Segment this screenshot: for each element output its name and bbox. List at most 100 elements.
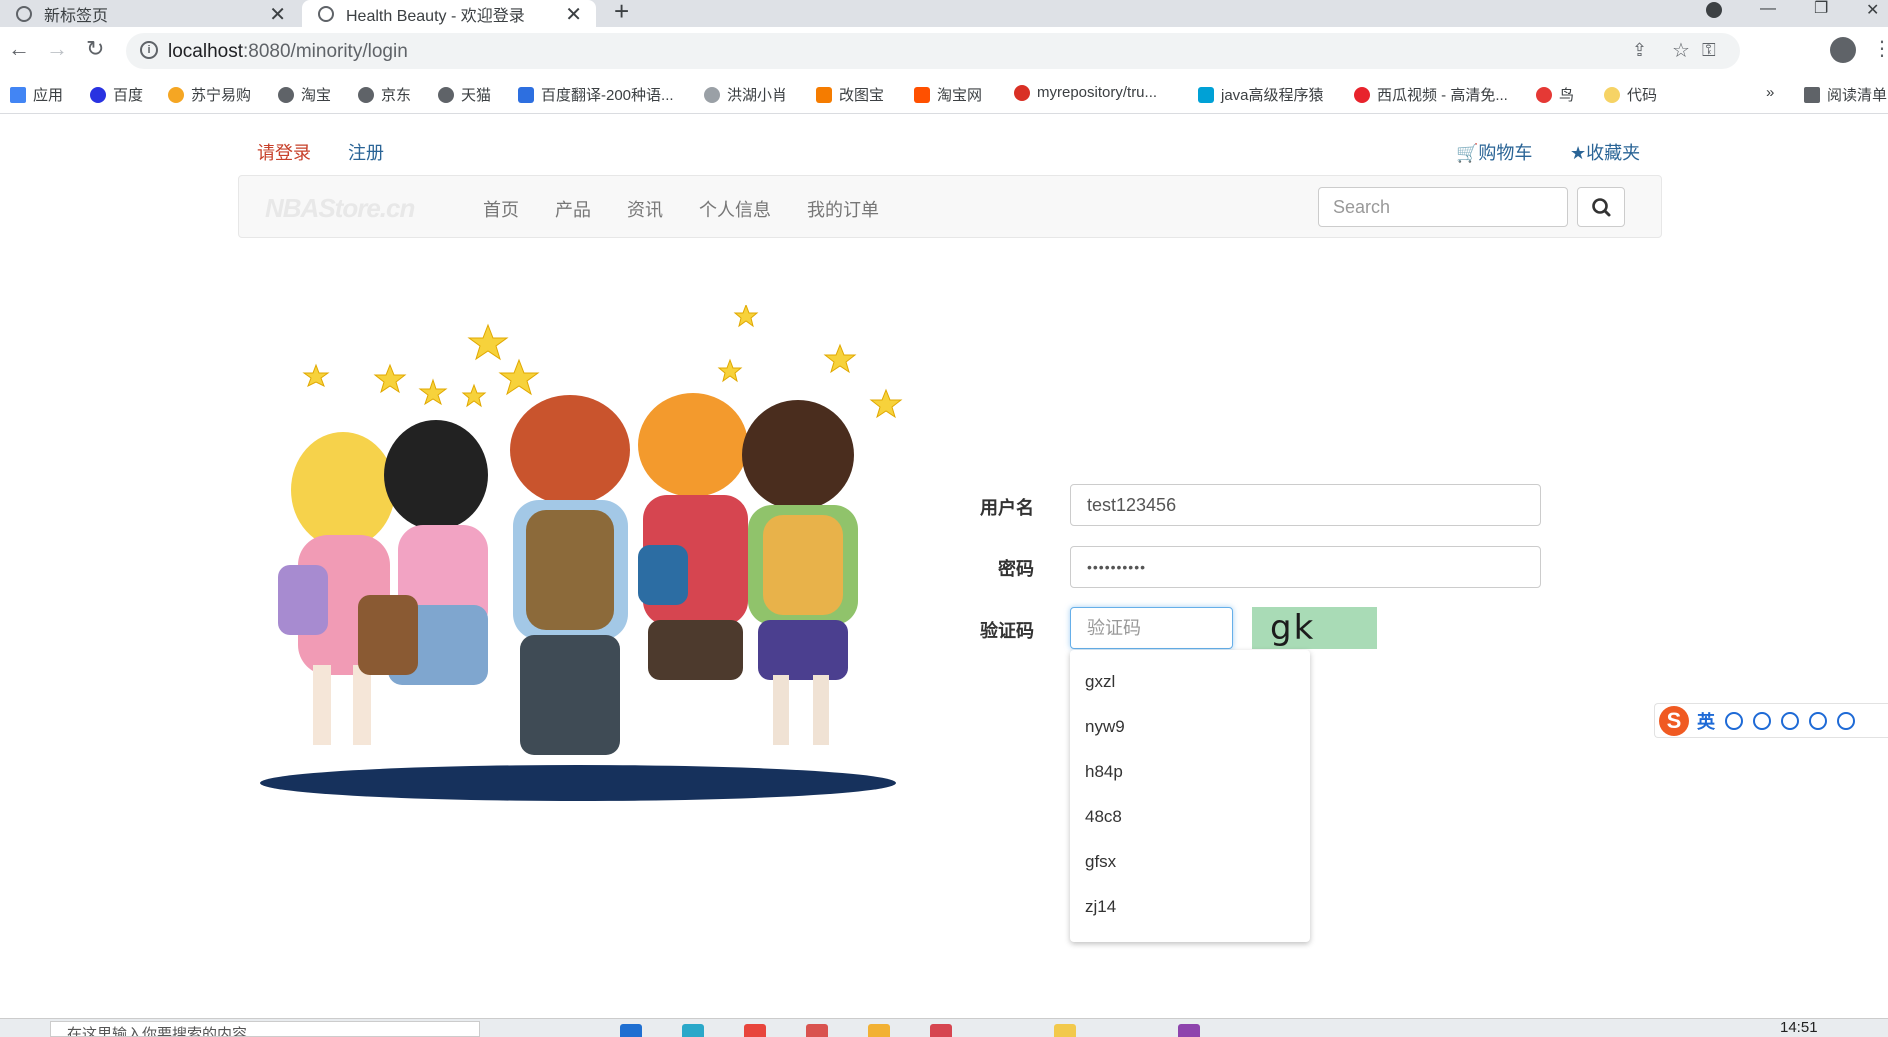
nav-home[interactable]: 首页 xyxy=(483,196,519,222)
suning-icon xyxy=(168,86,184,103)
bookmark-suning[interactable]: 苏宁易购 xyxy=(168,84,251,105)
keyboard-icon[interactable] xyxy=(1809,711,1827,730)
play-icon xyxy=(1354,86,1370,103)
bookmark-taobao-net[interactable]: 淘宝网 xyxy=(914,84,982,105)
bookmark-gaitubao[interactable]: 改图宝 xyxy=(816,84,884,105)
restore-icon[interactable]: ❐ xyxy=(1814,0,1828,18)
favorites-link[interactable]: ★收藏夹 xyxy=(1570,139,1640,165)
taobao-icon xyxy=(914,86,930,103)
punctuation-icon[interactable] xyxy=(1725,711,1743,730)
bookmark-apps[interactable]: 应用 xyxy=(10,84,63,105)
password-label: 密码 xyxy=(998,559,1034,579)
bookmark-myrepository[interactable]: myrepository/tru... xyxy=(1014,84,1157,101)
search-icon xyxy=(1592,198,1611,217)
close-window-icon[interactable]: ✕ xyxy=(1866,0,1879,20)
folder-icon[interactable] xyxy=(868,1024,890,1037)
edge-icon[interactable] xyxy=(682,1024,704,1037)
address-bar[interactable]: i localhost:8080/minority/login ⚿ ⇪ ☆ xyxy=(126,33,1740,69)
main-navbar: NBAStore.cn 首页 产品 资讯 个人信息 我的订单 Search xyxy=(238,175,1662,238)
site-info-icon[interactable]: i xyxy=(140,41,158,59)
bookmark-bird[interactable]: 鸟 xyxy=(1536,84,1574,105)
new-tab-button[interactable]: + xyxy=(614,0,629,27)
globe-icon xyxy=(278,86,294,103)
browser-toolbar: ← → ↻ i localhost:8080/minority/login ⚿ … xyxy=(0,27,1888,75)
emoji-icon[interactable] xyxy=(1753,711,1771,730)
register-link[interactable]: 注册 xyxy=(348,139,384,165)
tab-new-tab[interactable]: 新标签页 ✕ xyxy=(0,0,300,27)
globe-icon xyxy=(358,86,374,103)
forward-arrow-icon[interactable]: → xyxy=(46,36,68,62)
intellij-icon[interactable] xyxy=(1178,1024,1200,1037)
reload-icon[interactable]: ↻ xyxy=(86,36,104,62)
more-bookmarks-button[interactable]: » xyxy=(1766,84,1774,101)
repository-icon xyxy=(1014,84,1030,101)
autocomplete-option[interactable]: gxzl xyxy=(1085,672,1115,692)
tab-strip: 新标签页 ✕ Health Beauty - 欢迎登录 ✕ + — ❐ ✕ xyxy=(0,0,1888,27)
tab-login-page[interactable]: Health Beauty - 欢迎登录 ✕ xyxy=(302,0,596,27)
autocomplete-option[interactable]: 48c8 xyxy=(1085,807,1122,827)
shopping-cart-icon: 🛒 xyxy=(1456,143,1479,163)
tab-title: Health Beauty - 欢迎登录 xyxy=(346,7,525,25)
bookmark-tmall[interactable]: 天猫 xyxy=(438,84,491,105)
site-logo[interactable]: NBAStore.cn xyxy=(259,192,415,224)
captcha-input[interactable]: 验证码 xyxy=(1070,607,1233,649)
bookmark-honghu[interactable]: 洪湖小肖 xyxy=(704,84,787,105)
username-label: 用户名 xyxy=(980,498,1034,518)
search-input[interactable]: Search xyxy=(1318,187,1568,227)
url-text[interactable]: localhost:8080/minority/login xyxy=(168,41,408,63)
close-tab-icon[interactable]: ✕ xyxy=(565,2,582,27)
nav-news[interactable]: 资讯 xyxy=(627,196,663,222)
nav-profile[interactable]: 个人信息 xyxy=(699,196,771,222)
globe-icon xyxy=(438,86,454,103)
menu-kebab-icon[interactable]: ⋮ xyxy=(1872,36,1888,61)
app-icon[interactable] xyxy=(620,1024,642,1037)
ime-toolbar: S 英 xyxy=(1654,703,1888,738)
bilibili-icon xyxy=(1198,86,1214,103)
share-icon[interactable]: ⇪ xyxy=(1632,40,1647,61)
nav-products[interactable]: 产品 xyxy=(555,196,591,222)
captcha-label: 验证码 xyxy=(980,621,1034,641)
app-icon[interactable] xyxy=(930,1024,952,1037)
autocomplete-option[interactable]: zj14 xyxy=(1085,897,1116,917)
app-icon[interactable] xyxy=(1054,1024,1076,1037)
nav-orders[interactable]: 我的订单 xyxy=(807,196,879,222)
translate-icon xyxy=(518,86,534,103)
bookmark-baidu-translate[interactable]: 百度翻译-200种语... xyxy=(518,84,674,105)
tab-search-icon[interactable] xyxy=(1706,2,1722,18)
reading-list[interactable]: 阅读清单 xyxy=(1804,84,1887,105)
toolbox-icon[interactable] xyxy=(1837,711,1855,730)
back-arrow-icon[interactable]: ← xyxy=(8,36,30,62)
search-button[interactable] xyxy=(1577,187,1625,227)
key-icon[interactable]: ⚿ xyxy=(1702,40,1716,61)
autocomplete-option[interactable]: h84p xyxy=(1085,762,1123,782)
tab-title: 新标签页 xyxy=(44,7,109,25)
bookmarks-bar: 应用 百度 苏宁易购 淘宝 京东 天猫 百度翻译-200种语... 洪湖小肖 改… xyxy=(0,75,1888,114)
app-icon[interactable] xyxy=(806,1024,828,1037)
bookmark-star-icon[interactable]: ☆ xyxy=(1672,38,1690,63)
autocomplete-option[interactable]: gfsx xyxy=(1085,852,1116,872)
bookmark-baidu[interactable]: 百度 xyxy=(90,84,143,105)
ime-mode-toggle[interactable]: 英 xyxy=(1697,708,1715,734)
password-field[interactable]: •••••••••• xyxy=(1070,546,1541,588)
captcha-image[interactable]: gk 6r. xyxy=(1252,607,1377,649)
close-tab-icon[interactable]: ✕ xyxy=(269,2,286,27)
taskbar-search[interactable]: 在这里输入你要搜索的内容 xyxy=(50,1021,480,1037)
autocomplete-option[interactable]: nyw9 xyxy=(1085,717,1125,737)
sogou-logo-icon[interactable]: S xyxy=(1659,705,1689,736)
login-link[interactable]: 请登录 xyxy=(257,139,311,165)
username-field[interactable]: test123456 xyxy=(1070,484,1541,526)
bookmark-taobao[interactable]: 淘宝 xyxy=(278,84,331,105)
bird-icon xyxy=(704,86,720,103)
minimize-icon[interactable]: — xyxy=(1760,0,1776,18)
cart-link[interactable]: 🛒购物车 xyxy=(1456,139,1532,165)
microphone-icon[interactable] xyxy=(1781,711,1799,730)
profile-avatar-icon[interactable] xyxy=(1830,37,1856,63)
bookmark-xigua[interactable]: 西瓜视频 - 高清免... xyxy=(1354,84,1508,105)
bird-icon xyxy=(1536,86,1552,103)
bookmark-code[interactable]: 代码 xyxy=(1604,84,1657,105)
chrome-icon[interactable] xyxy=(744,1024,766,1037)
kids-illustration xyxy=(260,305,903,801)
bookmark-jd[interactable]: 京东 xyxy=(358,84,411,105)
bookmark-java[interactable]: java高级程序猿 xyxy=(1198,84,1324,105)
apps-grid-icon xyxy=(10,86,26,103)
